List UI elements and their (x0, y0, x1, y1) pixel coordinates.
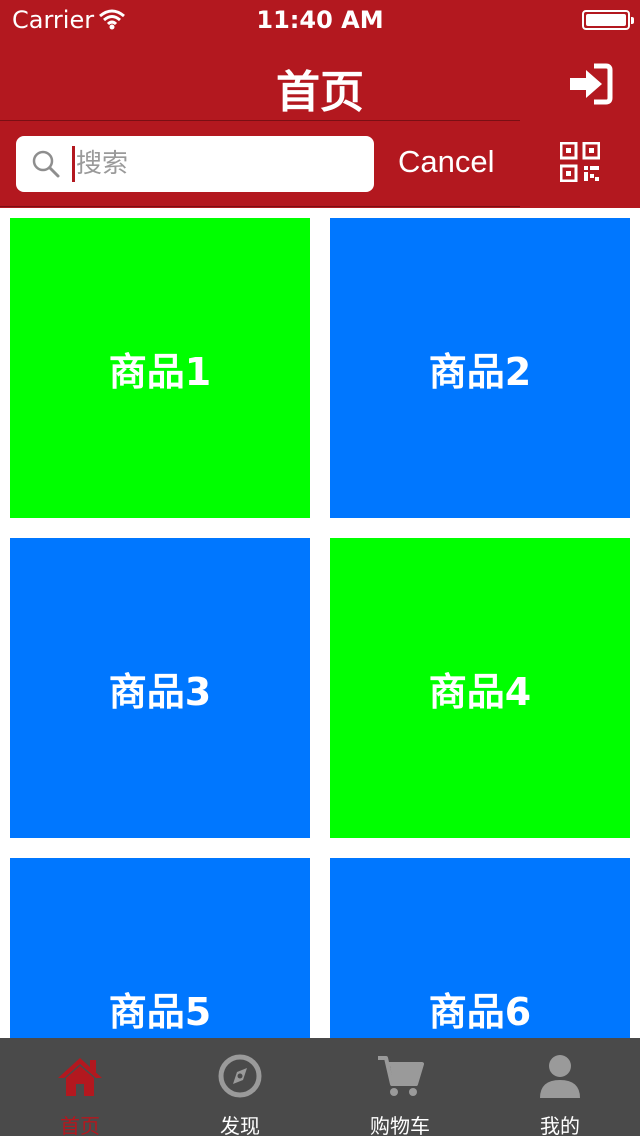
search-input[interactable] (76, 144, 362, 184)
battery-icon (582, 10, 634, 30)
status-bar: Carrier 11:40 AM (0, 0, 640, 40)
page-title: 首页 (276, 67, 364, 118)
sign-in-icon[interactable] (566, 62, 614, 106)
product-label: 商品6 (428, 989, 532, 1034)
qr-code-icon[interactable] (560, 142, 600, 182)
product-tile[interactable]: 商品3 (10, 538, 310, 838)
product-tile[interactable]: 商品6 (330, 858, 630, 1038)
product-tile[interactable]: 商品4 (330, 538, 630, 838)
product-label: 商品1 (108, 349, 212, 394)
tab-home[interactable]: 首页 (0, 1038, 160, 1138)
top-header: Carrier 11:40 AM 首页 Cancel (0, 0, 640, 208)
search-field[interactable] (16, 136, 374, 192)
tab-profile[interactable]: 我的 (480, 1038, 640, 1138)
header-divider (0, 120, 520, 121)
product-label: 商品2 (428, 349, 532, 394)
product-tile[interactable]: 商品5 (10, 858, 310, 1038)
user-icon (540, 1055, 580, 1098)
cart-icon (378, 1056, 424, 1096)
product-grid: 商品1 商品2 商品3 商品4 商品5 商品6 (0, 208, 640, 1038)
product-label: 商品4 (428, 669, 532, 714)
tab-bar: 首页 发现 购物车 我的 (0, 1038, 640, 1138)
home-icon (58, 1058, 102, 1096)
status-time: 11:40 AM (256, 6, 384, 34)
tab-label: 我的 (540, 1114, 580, 1138)
tab-cart[interactable]: 购物车 (320, 1038, 480, 1138)
compass-icon (218, 1054, 262, 1098)
search-icon (32, 150, 60, 178)
product-label: 商品5 (108, 989, 212, 1034)
product-tile[interactable]: 商品1 (10, 218, 310, 518)
cancel-button[interactable]: Cancel (398, 144, 495, 180)
header-divider-bottom (0, 206, 520, 207)
text-caret (72, 146, 75, 182)
product-tile[interactable]: 商品2 (330, 218, 630, 518)
tab-label: 发现 (220, 1114, 260, 1138)
product-label: 商品3 (108, 669, 212, 714)
tab-label: 购物车 (370, 1114, 430, 1138)
tab-label: 首页 (60, 1114, 100, 1138)
tab-discover[interactable]: 发现 (160, 1038, 320, 1138)
